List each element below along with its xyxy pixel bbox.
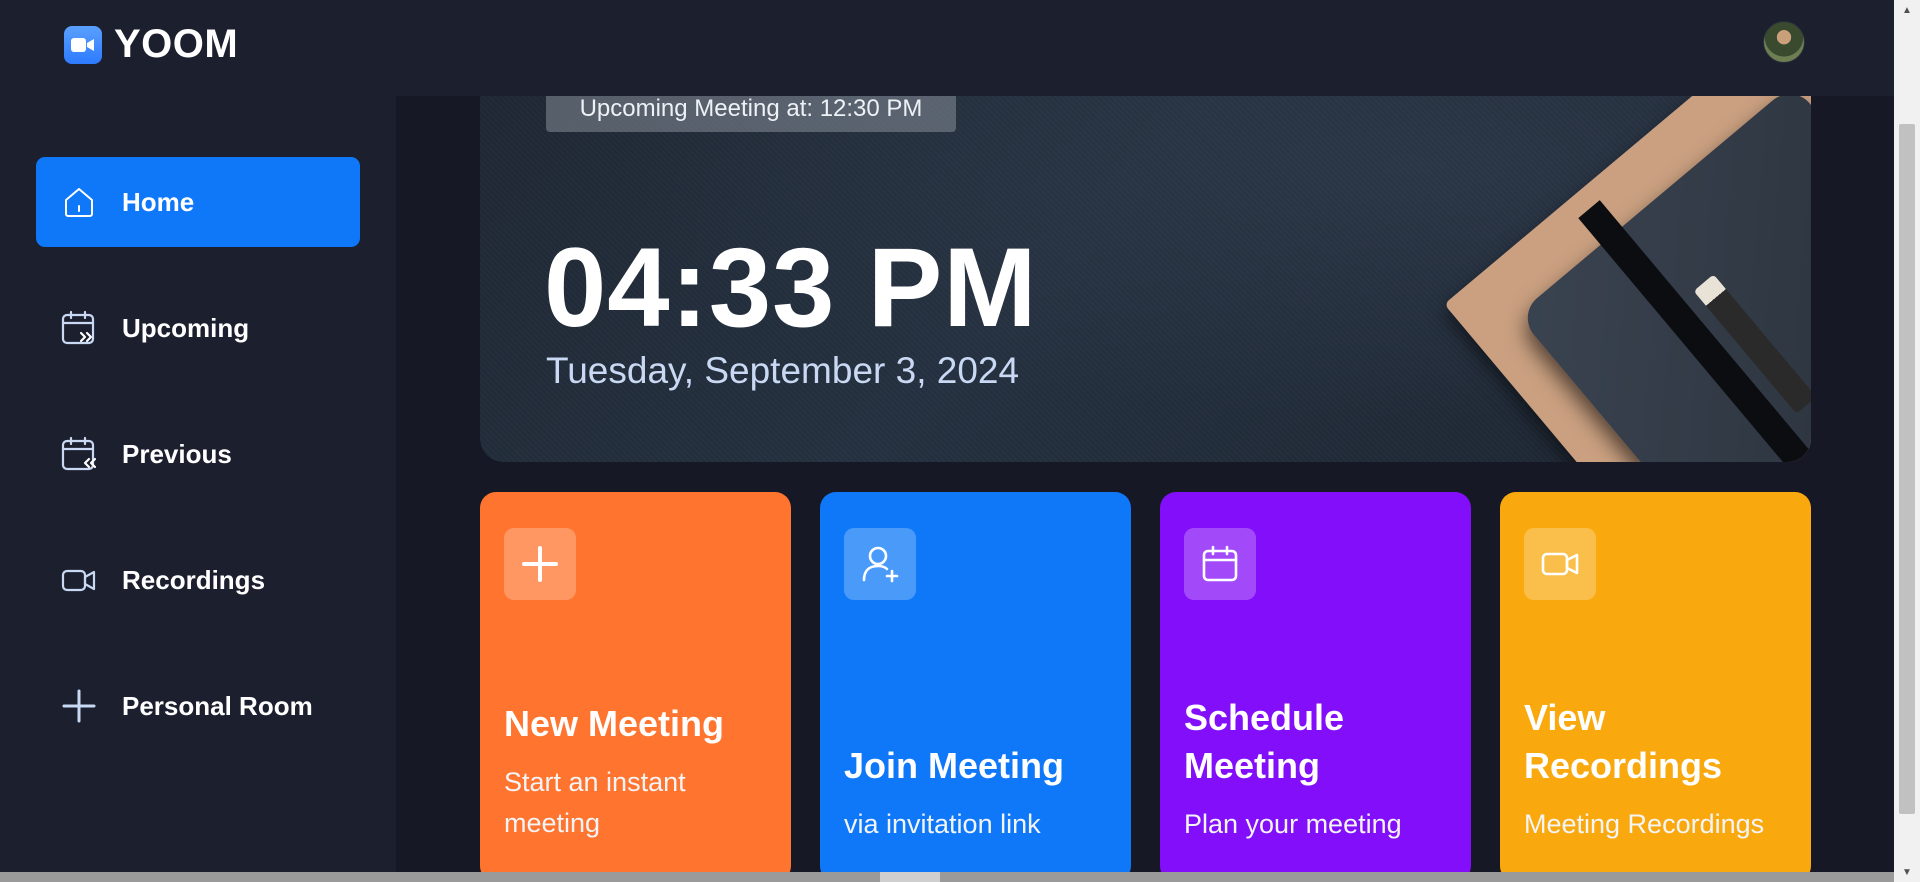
top-navbar: YOOM — [0, 0, 1894, 96]
current-date: Tuesday, September 3, 2024 — [546, 350, 1020, 391]
horizontal-scrollbar[interactable] — [0, 872, 1894, 882]
schedule-meeting-card[interactable]: Schedule Meeting Plan your meeting — [1160, 492, 1471, 882]
scroll-down-icon[interactable]: ▼ — [1894, 862, 1920, 882]
logo[interactable]: YOOM — [64, 22, 238, 67]
video-camera-icon — [64, 25, 102, 64]
new-meeting-card[interactable]: New Meeting Start an instant meeting — [480, 492, 791, 882]
card-subtitle: Meeting Recordings — [1524, 809, 1765, 839]
join-meeting-card[interactable]: Join Meeting via invitation link — [820, 492, 1131, 882]
sidebar-item-label: Previous — [122, 438, 232, 469]
card-title: Schedule Meeting — [1184, 697, 1345, 786]
sidebar-item-home[interactable]: Home — [36, 157, 360, 247]
current-time: 04:33 PM — [544, 225, 1038, 350]
video-icon — [1524, 528, 1596, 600]
sidebar-item-label: Home — [122, 186, 195, 217]
horizontal-scrollbar-thumb[interactable] — [880, 872, 940, 882]
video-icon — [60, 561, 98, 599]
card-title: Join Meeting — [844, 745, 1065, 786]
sidebar: Home Upcoming Previous Recordings Person… — [0, 96, 396, 882]
view-recordings-card[interactable]: View Recordings Meeting Recordings — [1500, 492, 1811, 882]
scroll-up-icon[interactable]: ▲ — [1894, 0, 1920, 20]
user-avatar[interactable] — [1763, 21, 1805, 63]
calendar-icon — [1184, 528, 1256, 600]
card-subtitle: Plan your meeting — [1184, 809, 1402, 839]
add-user-icon — [844, 528, 916, 600]
app-name: YOOM — [114, 22, 239, 66]
card-subtitle: Start an instant meeting — [504, 767, 686, 838]
home-icon — [60, 183, 98, 221]
sidebar-item-previous[interactable]: Previous — [36, 409, 360, 499]
card-title: View Recordings — [1524, 697, 1723, 786]
calendar-back-icon — [60, 435, 98, 473]
sidebar-item-label: Personal Room — [122, 690, 313, 721]
sidebar-item-upcoming[interactable]: Upcoming — [36, 283, 360, 373]
card-title: New Meeting — [504, 703, 725, 744]
sidebar-item-label: Recordings — [122, 564, 266, 595]
sidebar-item-recordings[interactable]: Recordings — [36, 535, 360, 625]
plus-icon — [504, 528, 576, 600]
sidebar-item-personal-room[interactable]: Personal Room — [36, 661, 360, 751]
calendar-forward-icon — [60, 309, 98, 347]
card-subtitle: via invitation link — [844, 809, 1041, 839]
hero-banner: Upcoming Meeting at: 12:30 PM 04:33 PM T… — [480, 40, 1811, 462]
vertical-scrollbar[interactable]: ▲ ▼ — [1894, 0, 1920, 882]
sidebar-item-label: Upcoming — [122, 312, 250, 343]
scrollbar-thumb[interactable] — [1899, 124, 1915, 814]
plus-icon — [60, 687, 98, 725]
